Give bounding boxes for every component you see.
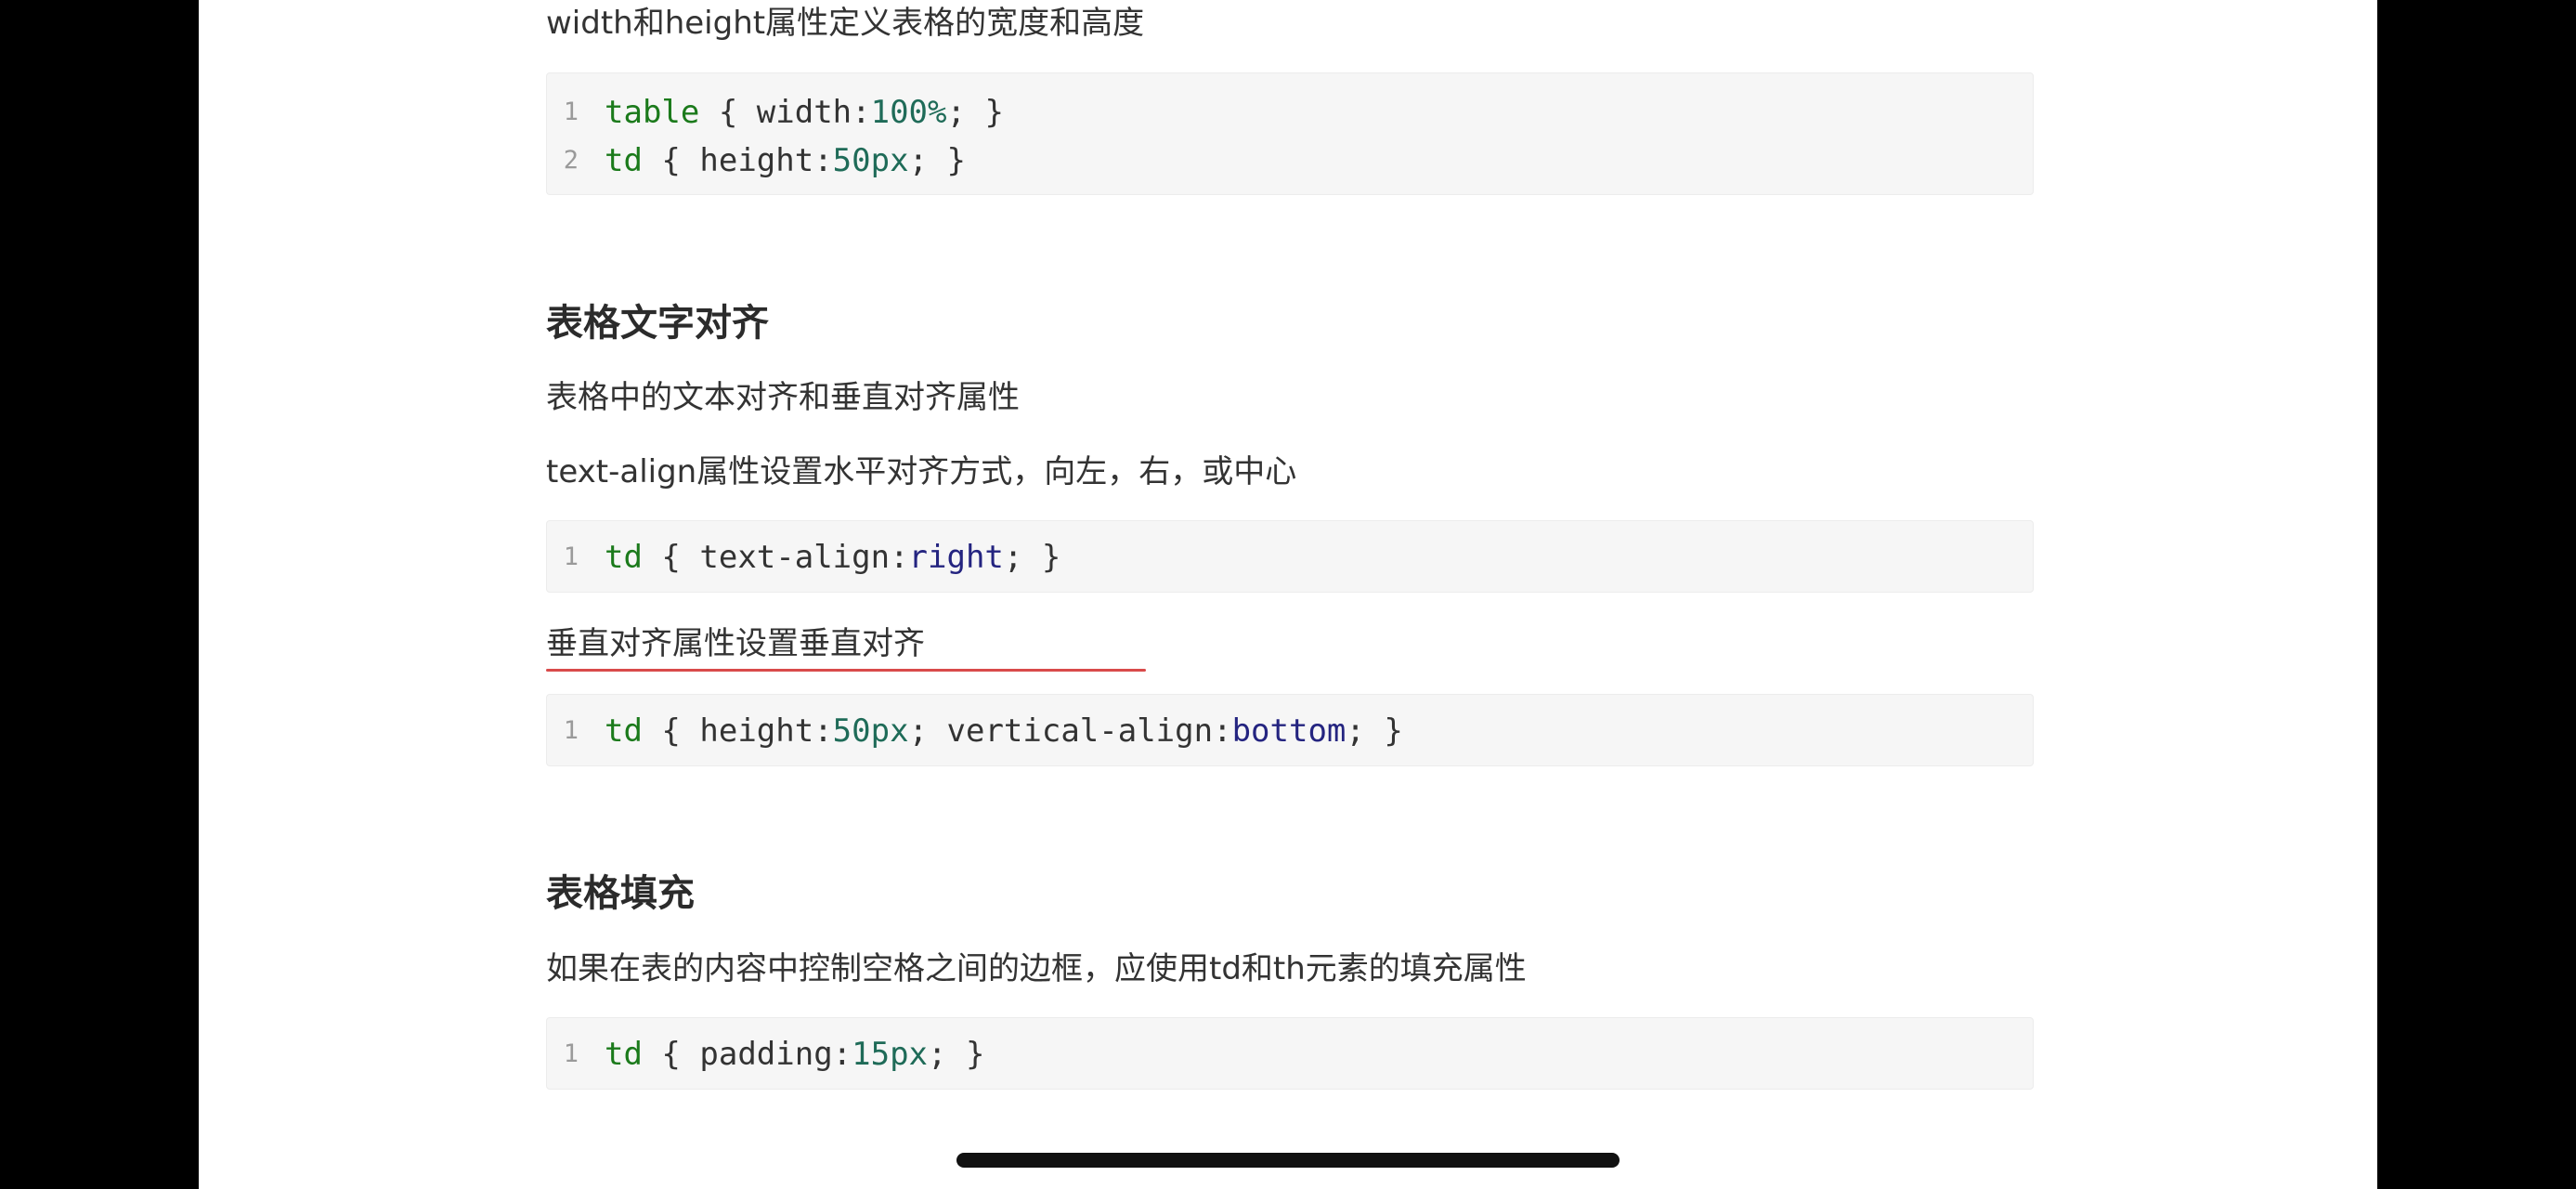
code-token: height:	[699, 712, 833, 750]
code-token: ; }	[1003, 539, 1061, 576]
code-token: td	[605, 1036, 643, 1073]
code-line: 1 td { text-align:right; }	[547, 533, 2033, 581]
code-token: td	[605, 539, 643, 576]
code-token: {	[642, 539, 700, 576]
code-token: {	[642, 712, 700, 750]
code-token: ; }	[946, 94, 1004, 131]
code-block-text-align: 1 td { text-align:right; }	[546, 520, 2034, 593]
code-token: right	[908, 539, 1004, 576]
code-line: 1 td { padding:15px; }	[547, 1030, 2033, 1078]
code-line: 1 table { width:100%; }	[547, 88, 2033, 137]
code-token: 50px	[832, 712, 909, 750]
code-token: table	[605, 94, 700, 131]
code-token: padding:	[699, 1036, 852, 1073]
code-line: 1 td { height:50px; vertical-align:bottom…	[547, 707, 2033, 755]
code-token: 100%	[870, 94, 947, 131]
home-indicator-bar[interactable]	[956, 1153, 1620, 1168]
line-number: 1	[563, 542, 579, 571]
code-block-vertical-align: 1 td { height:50px; vertical-align:bottom…	[546, 694, 2034, 766]
code-line: 2 td { height:50px; }	[547, 137, 2033, 185]
code-text: table { width:100%; }	[605, 88, 1004, 137]
heading-padding: 表格填充	[546, 872, 695, 915]
code-token: 15px	[852, 1036, 929, 1073]
code-block-size: 1 table { width:100%; } 2 td { height:50px;…	[546, 72, 2034, 195]
paragraph-text-align: text-align属性设置水平对齐方式，向左，右，或中心	[546, 453, 1297, 490]
document-page: ◼◼◼◼◼ ▞▚▞ width和height属性定义表格的宽度和高度 1tabl…	[199, 0, 2377, 1189]
code-token: ; }	[1346, 712, 1403, 750]
code-token: 50px	[832, 142, 909, 179]
code-text: td { text-align:right; }	[605, 533, 1060, 581]
line-number: 2	[563, 146, 579, 175]
code-text: td { padding:15px; }	[605, 1030, 984, 1078]
paragraph-padding: 如果在表的内容中控制空格之间的边框，应使用td和th元素的填充属性	[546, 950, 1527, 987]
code-token: td	[605, 712, 643, 750]
code-token: text-align:	[699, 539, 909, 576]
line-number: 1	[563, 716, 579, 745]
annotation-underline	[546, 669, 1146, 672]
line-number: 1	[563, 98, 579, 126]
code-block-padding: 1 td { padding:15px; }	[546, 1017, 2034, 1090]
code-token: {	[642, 142, 700, 179]
code-token: bottom	[1231, 712, 1347, 750]
code-text: td { height:50px; }	[605, 137, 966, 185]
paragraph-vertical-align: 垂直对齐属性设置垂直对齐	[546, 625, 925, 662]
code-token: height:	[699, 142, 833, 179]
code-token: ; }	[908, 142, 966, 179]
code-token: {	[642, 1036, 700, 1073]
line-number: 1	[563, 1039, 579, 1068]
heading-text-align: 表格文字对齐	[546, 302, 769, 345]
code-token: {	[699, 94, 757, 131]
paragraph-align-intro: 表格中的文本对齐和垂直对齐属性	[546, 379, 1020, 416]
code-token: ; }	[928, 1036, 985, 1073]
code-token: td	[605, 142, 643, 179]
intro-paragraph: width和height属性定义表格的宽度和高度	[546, 5, 1145, 42]
code-token: width:	[756, 94, 871, 131]
code-token: ; vertical-align:	[908, 712, 1232, 750]
code-text: td { height:50px; vertical-align:bottom;…	[605, 707, 1403, 755]
